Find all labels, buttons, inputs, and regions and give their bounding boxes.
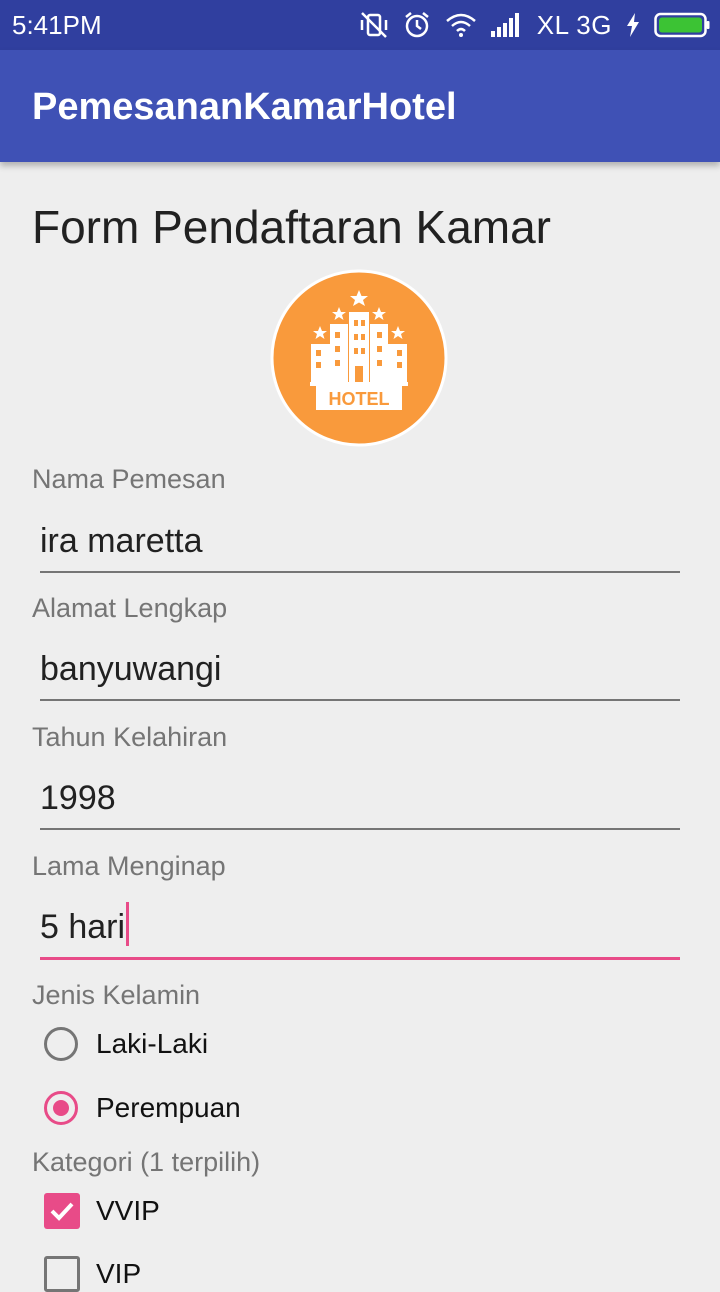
battery-icon [654,12,710,38]
alarm-icon [404,12,429,38]
alamat-lengkap-input[interactable]: banyuwangi [40,643,680,701]
radio-perempuan[interactable]: Perempuan [44,1091,241,1125]
field-label-tahun: Tahun Kelahiran [32,722,228,752]
tahun-kelahiran-value: 1998 [40,779,116,817]
checkbox-label: VIP [96,1258,142,1289]
text-cursor [126,902,130,946]
checkbox-label: VVIP [96,1195,160,1226]
lama-menginap-input[interactable]: 5 hari [40,901,680,960]
checkbox-unchecked-icon[interactable] [44,1256,80,1292]
wifi-icon [445,13,476,37]
nama-pemesan-input[interactable]: ira maretta [40,515,680,573]
gender-label: Jenis Kelamin [32,980,201,1010]
carrier-label: XL 3G [536,9,612,40]
nama-pemesan-value: ira maretta [40,522,203,560]
checkbox-vip[interactable]: VIP [44,1256,141,1292]
status-bar: 5:41PM XL 3G [0,0,720,50]
signal-icon [490,13,519,37]
checkbox-checked-icon[interactable] [44,1193,80,1229]
radio-button-selected-icon[interactable] [44,1091,78,1125]
status-icons: XL 3G [359,9,710,41]
field-label-lama: Lama Menginap [32,851,226,881]
radio-laki-laki[interactable]: Laki-Laki [44,1027,208,1061]
field-label-alamat: Alamat Lengkap [32,593,228,623]
form-title: Form Pendaftaran Kamar [32,201,552,253]
hotel-logo-text: HOTEL [329,389,390,409]
status-time: 5:41PM [12,10,102,40]
app-title: PemesananKamarHotel [32,86,457,128]
lama-menginap-value: 5 hari [40,908,126,946]
radio-label: Laki-Laki [96,1028,209,1059]
charging-icon [627,13,639,37]
tahun-kelahiran-input[interactable]: 1998 [40,772,680,830]
radio-label: Perempuan [96,1092,241,1123]
alamat-lengkap-value: banyuwangi [40,650,222,688]
checkbox-vvip[interactable]: VVIP [44,1193,160,1229]
radio-button-icon[interactable] [44,1027,78,1061]
field-label-nama: Nama Pemesan [32,464,226,494]
vibrate-off-icon [360,12,387,38]
hotel-logo: HOTEL [270,269,448,447]
category-label: Kategori (1 terpilih) [32,1147,261,1177]
app-bar: PemesananKamarHotel [0,50,720,162]
checkmark-icon [50,1202,74,1221]
